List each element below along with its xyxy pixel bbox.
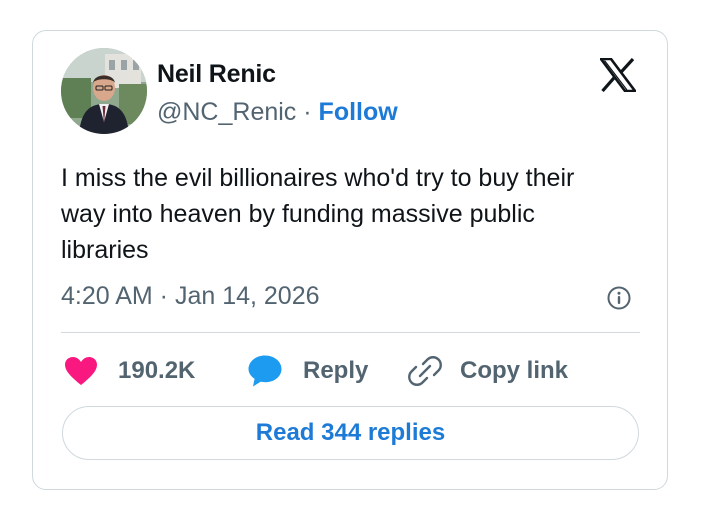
divider — [61, 332, 640, 333]
avatar[interactable] — [61, 48, 147, 134]
x-logo-icon[interactable] — [598, 57, 638, 93]
reply-label: Reply — [303, 357, 369, 384]
link-icon — [408, 356, 442, 386]
read-replies-button[interactable]: Read 344 replies — [62, 406, 639, 460]
info-icon[interactable] — [606, 285, 632, 311]
author-handle[interactable]: @NC_Renic — [157, 98, 296, 126]
author-name[interactable]: Neil Renic — [157, 60, 276, 89]
heart-icon — [65, 357, 97, 385]
speech-bubble-icon — [248, 355, 282, 387]
like-button[interactable]: 190.2K — [64, 353, 195, 389]
handle-separator: · — [303, 98, 312, 126]
follow-button[interactable]: Follow — [319, 98, 398, 126]
reply-button[interactable]: Reply — [247, 353, 368, 389]
like-count: 190.2K — [118, 357, 196, 384]
author-handle-row: @NC_Renic · Follow — [157, 98, 398, 127]
copy-link-label: Copy link — [460, 357, 569, 384]
copy-link-button[interactable]: Copy link — [408, 353, 568, 389]
tweet-text: I miss the evil billionaires who'd try t… — [61, 164, 575, 264]
tweet-timestamp[interactable]: 4:20 AM · Jan 14, 2026 — [61, 282, 320, 311]
